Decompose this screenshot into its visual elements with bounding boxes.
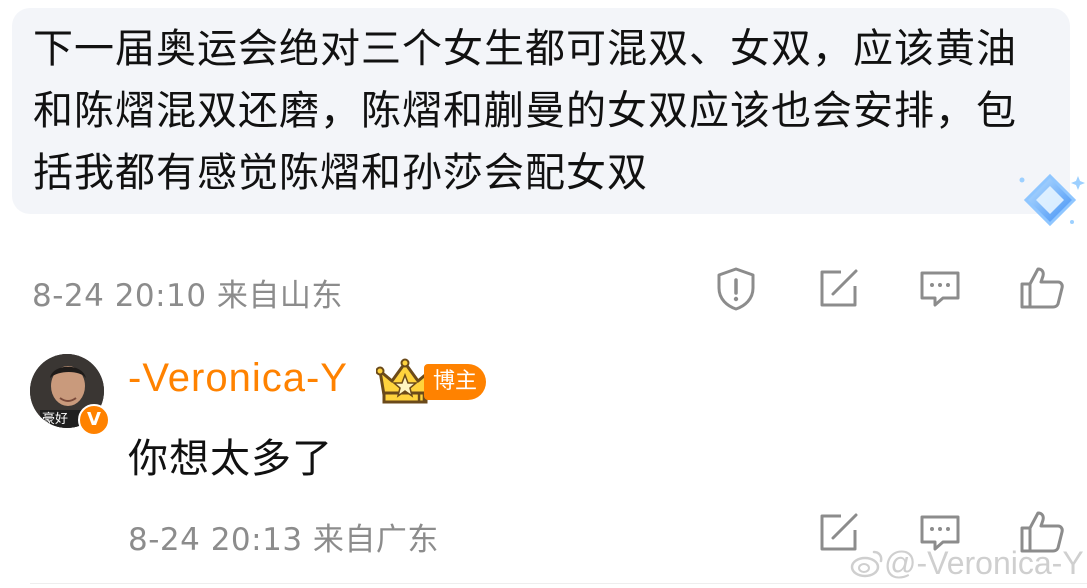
thumbs-up-icon[interactable] [1018, 264, 1066, 312]
username[interactable]: -Veronica-Y [128, 356, 348, 401]
weibo-logo-icon [850, 550, 883, 578]
exclamation-shield-icon[interactable] [714, 266, 758, 312]
share-edit-icon[interactable] [817, 268, 861, 310]
role-badge: 博主 [424, 364, 486, 400]
verified-badge: V [78, 404, 110, 436]
avatar-label: 豪好 [42, 412, 69, 427]
reply-text: 你想太多了 [128, 436, 333, 482]
comment-text: 下一届奥运会绝对三个女生都可混双、女双，应该黄油和陈熠混双还磨，陈熠和蒯曼的女双… [33, 26, 1017, 196]
reply-meta: 8-24 20:13 来自广东 [128, 522, 439, 558]
comment-meta: 8-24 20:10 来自山东 [32, 278, 343, 314]
comment-icon[interactable] [918, 268, 962, 310]
watermark: @-Veronica-Y [884, 545, 1084, 581]
divider [30, 583, 1087, 584]
diamond-sparkle-icon [1019, 173, 1085, 227]
